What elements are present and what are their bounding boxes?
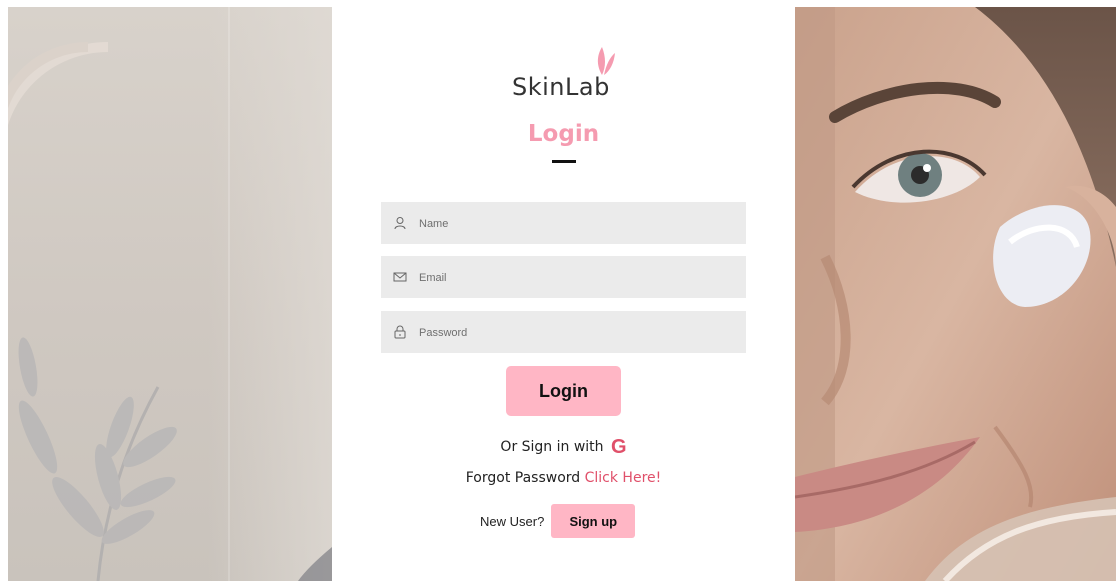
email-field[interactable] [381, 256, 746, 300]
forgot-password-link[interactable]: Click Here! [585, 470, 662, 486]
page-title: Login [527, 121, 600, 147]
login-page: SkinLab Login Login [8, 7, 1116, 581]
user-icon [394, 217, 406, 230]
brand-name-part2: ab [578, 73, 610, 101]
or-sign-in-label: Or Sign in with [500, 439, 604, 455]
password-field[interactable] [381, 311, 746, 355]
arch-decoration [8, 42, 109, 126]
mail-icon [393, 272, 407, 282]
title-underline [552, 160, 576, 163]
plant-decoration [8, 42, 332, 581]
login-form-panel: SkinLab Login Login [332, 7, 795, 581]
forgot-password-row: Forgot Password Click Here! [332, 470, 795, 486]
face-illustration [795, 7, 1116, 581]
login-button[interactable]: Login [506, 366, 621, 416]
password-input[interactable] [417, 311, 741, 355]
google-icon[interactable]: G [611, 436, 627, 458]
new-user-row: New User? Sign up [480, 504, 636, 538]
left-decorative-panel [8, 7, 332, 581]
leaf-branch [18, 337, 177, 581]
brand-name-part1: SkinL [512, 73, 579, 101]
forgot-password-label: Forgot Password [465, 470, 581, 486]
email-input[interactable] [417, 256, 741, 300]
name-input[interactable] [417, 202, 741, 246]
new-user-label: New User? [480, 513, 545, 529]
name-field[interactable] [381, 202, 746, 246]
brand-logo: SkinLab [512, 73, 610, 101]
sign-up-button[interactable]: Sign up [551, 504, 636, 538]
social-sign-in: Or Sign in with G [332, 436, 795, 459]
lock-icon [394, 325, 406, 339]
right-face-image [795, 7, 1116, 581]
